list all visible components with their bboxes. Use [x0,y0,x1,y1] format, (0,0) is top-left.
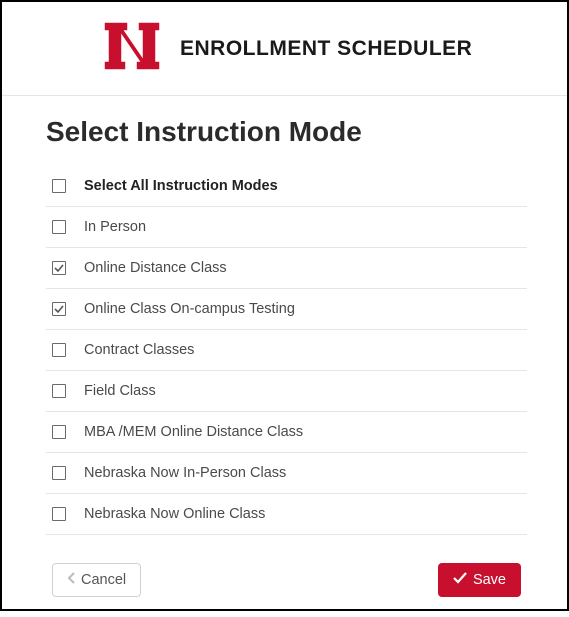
list-item: Online Distance Class [46,248,527,289]
cancel-button[interactable]: Cancel [52,563,141,597]
item-label: Field Class [84,383,156,399]
checkbox-nebraska-now-online[interactable] [52,507,66,521]
main-content: Select Instruction Mode Select All Instr… [2,96,567,617]
app-header: ENROLLMENT SCHEDULER [2,2,567,96]
select-all-checkbox[interactable] [52,179,66,193]
app-title: ENROLLMENT SCHEDULER [180,37,472,61]
list-item: Nebraska Now Online Class [46,494,527,535]
checkbox-in-person[interactable] [52,220,66,234]
select-all-row: Select All Instruction Modes [46,166,527,207]
checkbox-field-class[interactable] [52,384,66,398]
save-button[interactable]: Save [438,563,521,597]
list-item: Online Class On-campus Testing [46,289,527,330]
item-label: Nebraska Now In-Person Class [84,465,286,481]
instruction-mode-list: Select All Instruction Modes In Person O… [46,166,527,535]
cancel-label: Cancel [81,572,126,588]
item-label: MBA /MEM Online Distance Class [84,424,303,440]
save-label: Save [473,572,506,588]
item-label: Nebraska Now Online Class [84,506,265,522]
item-label: Contract Classes [84,342,194,358]
item-label: Online Distance Class [84,260,227,276]
checkbox-contract-classes[interactable] [52,343,66,357]
footer-actions: Cancel Save [46,563,527,597]
nebraska-n-logo-icon [102,20,162,77]
check-icon [453,572,473,588]
page-title: Select Instruction Mode [46,116,527,148]
select-all-label: Select All Instruction Modes [84,178,278,194]
checkbox-online-distance[interactable] [52,261,66,275]
checkbox-online-oncampus-testing[interactable] [52,302,66,316]
checkbox-nebraska-now-inperson[interactable] [52,466,66,480]
checkbox-mba-mem-online[interactable] [52,425,66,439]
chevron-left-icon [67,572,81,588]
list-item: Contract Classes [46,330,527,371]
list-item: Field Class [46,371,527,412]
list-item: In Person [46,207,527,248]
list-item: MBA /MEM Online Distance Class [46,412,527,453]
item-label: Online Class On-campus Testing [84,301,295,317]
list-item: Nebraska Now In-Person Class [46,453,527,494]
item-label: In Person [84,219,146,235]
